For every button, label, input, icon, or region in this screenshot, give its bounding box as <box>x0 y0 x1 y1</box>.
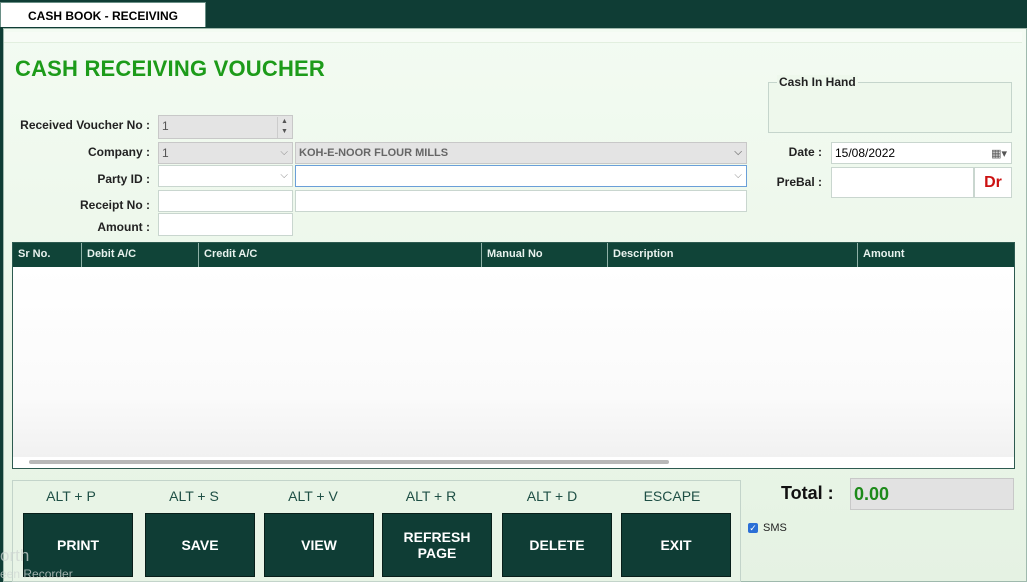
grid-header: Sr No. Debit A/C Credit A/C Manual No De… <box>13 243 1014 267</box>
total-label: Total : <box>781 483 834 503</box>
receipt-note-input[interactable] <box>295 190 747 212</box>
col-debit-ac[interactable]: Debit A/C <box>81 243 198 267</box>
col-credit-ac[interactable]: Credit A/C <box>198 243 481 267</box>
cash-in-hand-title: Cash In Hand <box>777 75 858 89</box>
hotkey-refresh: ALT + R <box>405 488 457 504</box>
page-title: CASH RECEIVING VOUCHER <box>15 56 325 81</box>
voucher-no-value: 1 <box>162 119 169 133</box>
company-name-value: KOH-E-NOOR FLOUR MILLS <box>299 147 449 159</box>
voucher-no-label: Received Voucher No : <box>20 118 150 132</box>
tab-cash-book-receiving-voucher[interactable]: CASH BOOK - RECEIVING VOUCHER <box>0 2 206 49</box>
spinner-icon[interactable]: ▲ ▼ <box>277 117 291 138</box>
party-id-label: Party ID : <box>97 172 150 186</box>
company-id-select[interactable]: 1 ⌵ <box>158 142 293 164</box>
cash-in-hand-box <box>768 82 1012 133</box>
top-strip <box>4 32 1022 43</box>
prebal-type: Dr <box>974 167 1012 198</box>
col-description[interactable]: Description <box>607 243 857 267</box>
company-name-select[interactable]: KOH-E-NOOR FLOUR MILLS ⌵ <box>295 142 747 164</box>
horizontal-scrollbar[interactable] <box>29 460 669 464</box>
watermark-text: orth <box>0 546 30 565</box>
delete-button[interactable]: DELETE <box>502 513 612 577</box>
amount-input[interactable] <box>158 213 293 236</box>
chevron-down-icon: ⌵ <box>280 170 288 181</box>
date-picker[interactable]: 15/08/2022 ▦▾ <box>831 142 1012 164</box>
party-id-select[interactable]: ⌵ <box>158 165 293 187</box>
view-button[interactable]: VIEW <box>264 513 374 577</box>
hotkey-save: ALT + S <box>169 488 219 504</box>
hotkey-view: ALT + V <box>288 488 338 504</box>
prebal-label: PreBal : <box>776 175 822 189</box>
col-manual-no[interactable]: Manual No <box>481 243 607 267</box>
col-amount[interactable]: Amount <box>857 243 1014 267</box>
sms-checkbox[interactable]: ✓ <box>748 523 758 533</box>
calendar-icon[interactable]: ▦▾ <box>991 144 1007 164</box>
hotkey-print: ALT + P <box>46 488 96 504</box>
voucher-no-field[interactable]: 1 ▲ ▼ <box>158 115 293 139</box>
date-value: 15/08/2022 <box>835 146 896 160</box>
watermark-subtext: een Recorder <box>0 567 73 581</box>
company-id-value: 1 <box>162 146 169 160</box>
col-sr-no[interactable]: Sr No. <box>13 243 81 267</box>
voucher-grid[interactable]: Sr No. Debit A/C Credit A/C Manual No De… <box>12 242 1015 469</box>
company-label: Company : <box>87 145 150 159</box>
grid-body[interactable] <box>13 267 1014 457</box>
chevron-down-icon: ⌵ <box>734 170 742 181</box>
chevron-down-icon: ⌵ <box>734 147 742 158</box>
hotkey-delete: ALT + D <box>526 488 578 504</box>
save-button[interactable]: SAVE <box>145 513 255 577</box>
total-value: 0.00 <box>850 478 1014 510</box>
refresh-page-button[interactable]: REFRESH PAGE <box>382 513 492 577</box>
date-label: Date : <box>788 145 822 159</box>
party-name-select[interactable]: ⌵ <box>295 165 747 187</box>
chevron-down-icon: ⌵ <box>280 147 288 158</box>
receipt-no-input[interactable] <box>158 190 293 212</box>
hotkey-exit: ESCAPE <box>643 488 701 504</box>
prebal-input[interactable] <box>831 167 974 198</box>
sms-label[interactable]: SMS <box>763 522 787 534</box>
amount-label: Amount : <box>97 220 150 234</box>
receipt-no-label: Receipt No : <box>79 198 150 212</box>
exit-button[interactable]: EXIT <box>621 513 731 577</box>
